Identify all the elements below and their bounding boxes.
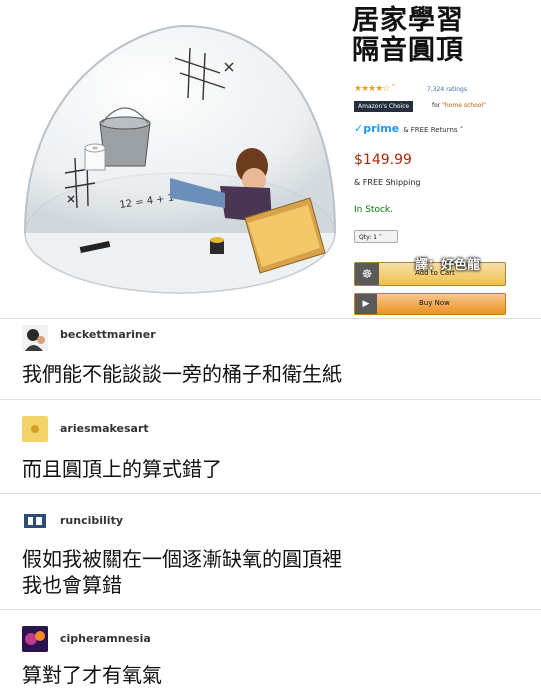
- comment-text: 我們能不能談談一旁的桶子和衛生紙: [22, 362, 342, 386]
- title-line-1: 居家學習: [352, 5, 464, 36]
- comment-text-line-1: 假如我被關在一個逐漸缺氧的圓頂裡: [22, 547, 342, 571]
- choice-for-text: for "home school": [432, 102, 486, 109]
- price-text: $149.99: [354, 152, 412, 168]
- toilet-paper-icon: [84, 143, 106, 171]
- comment-item: cipheramnesia 算對了才有氧氣: [0, 610, 541, 696]
- bucket-icon: [99, 107, 151, 167]
- ratings-count-link[interactable]: 7,324 ratings: [427, 86, 467, 93]
- comment-item: ariesmakesart 而且圓頂上的算式錯了: [0, 400, 541, 492]
- comment-text: 算對了才有氧氣: [22, 663, 162, 687]
- translator-watermark: 譯：好色龍: [415, 258, 481, 273]
- choice-for-label: for: [432, 102, 441, 109]
- avatar[interactable]: [22, 325, 48, 351]
- prime-badge: ✓prime & FREE Returns ˅: [354, 122, 463, 135]
- quantity-select[interactable]: Qty: 1 ˅: [354, 230, 398, 243]
- comment-text-line-2: 我也會算錯: [22, 573, 122, 597]
- comment-username[interactable]: runcibility: [60, 514, 123, 527]
- comment-username[interactable]: cipheramnesia: [60, 632, 151, 645]
- page-title: 居家學習 隔音圓頂: [352, 6, 464, 66]
- amazons-choice-badge: Amazon's Choice: [354, 101, 414, 112]
- title-line-2: 隔音圓頂: [352, 35, 464, 66]
- buy-now-button[interactable]: ▶ Buy Now: [354, 293, 506, 315]
- comment-username[interactable]: ariesmakesart: [60, 422, 149, 435]
- cup-icon: [210, 237, 224, 254]
- shipping-text: & FREE Shipping: [354, 178, 421, 187]
- cart-icon: ☸: [355, 263, 379, 285]
- comment-item: beckettmariner 我們能不能談談一旁的桶子和衛生紙: [0, 319, 541, 399]
- star-rating-icon[interactable]: ★★★★☆ ˅: [354, 84, 396, 94]
- comment-item: runcibility 假如我被關在一個逐漸缺氧的圓頂裡 我也會算錯: [0, 494, 541, 609]
- product-screenshot: 12 = 4 + 1 居家學習 隔音圓頂 ★★★★☆ ˅ 7,324 ratin…: [0, 0, 541, 318]
- choice-term-link[interactable]: "home school": [442, 102, 486, 109]
- dome-illustration: 12 = 4 + 1: [24, 24, 336, 294]
- avatar[interactable]: [22, 416, 48, 442]
- stock-status: In Stock.: [354, 205, 393, 215]
- avatar[interactable]: [22, 626, 48, 652]
- buy-now-label: Buy Now: [419, 299, 450, 307]
- free-returns-link[interactable]: & FREE Returns ˅: [403, 126, 463, 134]
- play-icon: ▶: [355, 294, 377, 314]
- comment-username[interactable]: beckettmariner: [60, 328, 156, 341]
- avatar[interactable]: [22, 508, 48, 534]
- prime-label: ✓prime: [354, 122, 400, 135]
- comment-text: 而且圓頂上的算式錯了: [22, 457, 222, 481]
